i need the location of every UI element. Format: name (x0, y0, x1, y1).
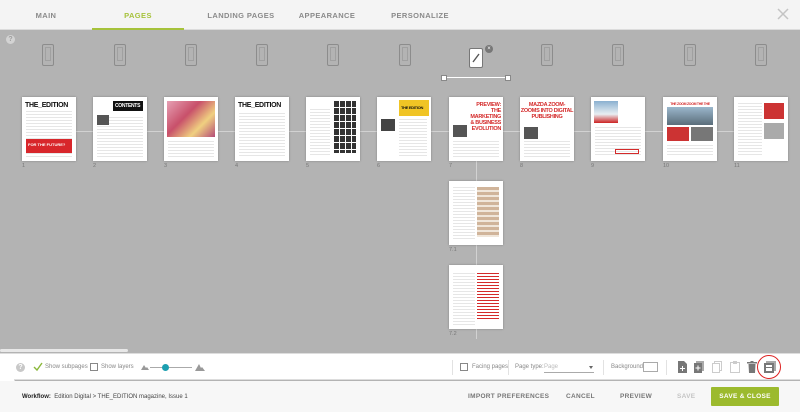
zoom-in-mountain-icon[interactable] (195, 363, 205, 371)
zoom-slider-track[interactable] (150, 367, 192, 368)
zoom-out-mountain-icon[interactable] (141, 364, 149, 370)
paste-page-icon[interactable] (730, 361, 740, 373)
tab-pages[interactable]: PAGES (92, 0, 184, 30)
tab-main[interactable]: MAIN (0, 0, 92, 30)
mobile-layout-icon[interactable] (684, 44, 696, 66)
subpage-thumbnail[interactable] (449, 265, 503, 329)
tab-landing-pages[interactable]: LANDING PAGES (186, 0, 296, 30)
save-and-close-button[interactable]: SAVE & CLOSE (711, 387, 779, 406)
tab-appearance[interactable]: APPEARANCE (282, 0, 372, 30)
page-number: 10 (663, 163, 670, 169)
mobile-layout-icon[interactable] (327, 44, 339, 66)
facing-pages-label: Facing pages (472, 364, 509, 370)
page-number: 8 (520, 163, 524, 169)
trash-icon[interactable] (747, 361, 757, 373)
import-preferences-button[interactable]: IMPORT PREFERENCES (468, 393, 549, 400)
highlight-circle (757, 355, 781, 379)
subpage-number: 7.1 (449, 247, 457, 253)
subpage-thumbnail[interactable] (449, 181, 503, 245)
workflow-path[interactable]: Edition Digital > THE_EDITION magazine, … (54, 394, 187, 400)
page-number: 11 (734, 163, 740, 169)
mobile-layout-icon[interactable] (612, 44, 624, 66)
page-thumbnail[interactable]: MAZDA ZOOM-ZOOMS INTO DIGITAL PUBLISHING (520, 97, 574, 161)
zoom-slider-knob[interactable] (162, 364, 169, 371)
facing-pages-checkbox[interactable] (460, 363, 468, 371)
page-number: 9 (591, 163, 595, 169)
page-thumbnail[interactable]: THE EDITION (377, 97, 431, 161)
page-banner-text: FOR THE FUTURE? (28, 142, 66, 147)
pages-toolbar: ? Show subpages Show layers Facing pages… (0, 353, 800, 380)
mobile-layout-icon[interactable] (399, 44, 411, 66)
workflow-label: Workflow: (22, 394, 51, 400)
page-number: 7 (449, 163, 453, 169)
help-icon[interactable]: ? (16, 363, 25, 372)
mobile-layout-icon[interactable] (541, 44, 553, 66)
help-icon[interactable]: ? (6, 35, 15, 44)
page-number: 3 (164, 163, 168, 169)
show-layers-label: Show layers (101, 364, 134, 370)
page-number: 5 (306, 163, 310, 169)
show-subpages-checkmark-icon[interactable] (33, 362, 43, 372)
footer-bar: Workflow: Edition Digital > THE_EDITION … (0, 381, 800, 412)
selection-handle-bar[interactable] (441, 75, 511, 81)
page-type-label: Page type: (515, 364, 544, 370)
page-number: 1 (22, 163, 26, 169)
page-thumbnail[interactable] (591, 97, 645, 161)
mobile-layout-icon[interactable] (114, 44, 126, 66)
page-thumbnail[interactable] (164, 97, 218, 161)
remove-mobile-layout-icon[interactable]: × (485, 45, 493, 53)
workflow-breadcrumb: Workflow: Edition Digital > THE_EDITION … (22, 394, 188, 400)
close-icon[interactable] (776, 7, 790, 21)
add-subpage-icon[interactable] (694, 361, 704, 373)
page-thumbnail[interactable]: THE ZOOM ZOOM THE THE (663, 97, 717, 161)
pages-canvas: ? × THE_EDITION FOR THE FUTURE? 1 CONTEN… (0, 31, 800, 353)
mobile-layout-icon[interactable] (185, 44, 197, 66)
mobile-layout-icon[interactable] (256, 44, 268, 66)
horizontal-scrollbar[interactable] (0, 349, 128, 352)
show-layers-checkbox[interactable] (90, 363, 98, 371)
pencil-icon (472, 53, 480, 63)
background-color-swatch[interactable] (643, 362, 658, 372)
add-page-icon[interactable] (677, 361, 687, 373)
preview-button[interactable]: PREVIEW (620, 393, 652, 400)
page-thumbnail[interactable]: PREVIEW: THE MARKETING & BUSINESS EVOLUT… (449, 97, 503, 161)
chevron-down-icon (589, 366, 593, 369)
save-button[interactable]: SAVE (677, 393, 695, 400)
page-thumbnail[interactable]: THE_EDITION (235, 97, 289, 161)
copy-page-icon[interactable] (712, 361, 722, 373)
subpage-number: 7.2 (449, 331, 457, 337)
top-tab-bar: MAIN PAGES LANDING PAGES APPEARANCE PERS… (0, 0, 800, 30)
page-type-select[interactable]: Page (544, 362, 594, 373)
mobile-layout-selected[interactable] (469, 48, 483, 68)
mobile-layout-icon[interactable] (42, 44, 54, 66)
page-number: 4 (235, 163, 239, 169)
page-thumbnail[interactable] (734, 97, 788, 161)
show-subpages-label: Show subpages (45, 364, 88, 370)
cancel-button[interactable]: CANCEL (566, 393, 595, 400)
mobile-layout-icon[interactable] (755, 44, 767, 66)
page-number: 2 (93, 163, 97, 169)
page-thumbnail[interactable]: CONTENTS (93, 97, 147, 161)
page-thumbnail[interactable] (306, 97, 360, 161)
page-number: 6 (377, 163, 381, 169)
page-thumbnail[interactable]: THE_EDITION FOR THE FUTURE? (22, 97, 76, 161)
background-label: Background: (611, 364, 645, 370)
tab-personalize[interactable]: PERSONALIZE (374, 0, 466, 30)
